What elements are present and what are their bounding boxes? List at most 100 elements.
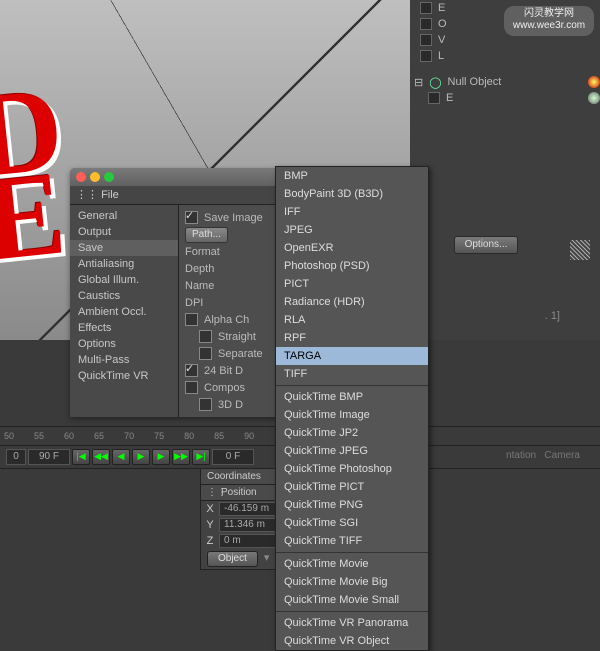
visibility-dot-icon[interactable] [588, 76, 600, 88]
settings-sidebar: General Output Save Antialiasing Global … [70, 205, 179, 417]
object-mode-button[interactable]: Object [207, 551, 258, 567]
format-option[interactable]: BMP [276, 167, 428, 185]
path-button[interactable]: Path... [185, 227, 228, 243]
expand-icon[interactable] [428, 92, 440, 104]
sidebar-item-general[interactable]: General [70, 208, 178, 224]
menu-separator [276, 552, 428, 553]
bit24-label: 24 Bit D [204, 365, 243, 377]
format-option[interactable]: Photoshop (PSD) [276, 257, 428, 275]
name-label: Name [185, 280, 214, 292]
tick: 80 [184, 431, 194, 441]
expand-icon[interactable] [420, 34, 432, 46]
format-option[interactable]: TIFF [276, 365, 428, 383]
tick: 60 [64, 431, 74, 441]
format-option[interactable]: BodyPaint 3D (B3D) [276, 185, 428, 203]
format-option[interactable]: QuickTime Image [276, 406, 428, 424]
expand-icon[interactable] [420, 18, 432, 30]
format-option[interactable]: TARGA [276, 347, 428, 365]
hierarchy-item[interactable]: O [438, 18, 447, 30]
expand-icon[interactable] [420, 2, 432, 14]
prev-frame-button[interactable]: ◀ [112, 449, 130, 465]
tick: 75 [154, 431, 164, 441]
resize-grip-icon[interactable] [570, 240, 590, 260]
hierarchy-item[interactable]: L [438, 50, 444, 62]
straight-label: Straight [218, 331, 256, 343]
start-frame[interactable]: 0 [6, 449, 26, 465]
expand-icon[interactable] [420, 50, 432, 62]
next-frame-button[interactable]: ▶ [152, 449, 170, 465]
sidebar-item-multipass[interactable]: Multi-Pass [70, 352, 178, 368]
goto-start-button[interactable]: |◀ [72, 449, 90, 465]
format-option[interactable]: QuickTime Movie Big [276, 573, 428, 591]
format-option[interactable]: QuickTime PICT [276, 478, 428, 496]
format-option[interactable]: QuickTime Movie [276, 555, 428, 573]
format-option[interactable]: QuickTime VR Object [276, 632, 428, 650]
separate-checkbox[interactable] [199, 347, 212, 360]
sidebar-item-save[interactable]: Save [70, 240, 178, 256]
status-text: . 1] [545, 310, 560, 322]
play-button[interactable]: ▶ [132, 449, 150, 465]
axis-label: Z [201, 535, 219, 547]
format-option[interactable]: JPEG [276, 221, 428, 239]
format-option[interactable]: QuickTime JP2 [276, 424, 428, 442]
format-option[interactable]: QuickTime BMP [276, 388, 428, 406]
format-option[interactable]: QuickTime PNG [276, 496, 428, 514]
format-option[interactable]: QuickTime TIFF [276, 532, 428, 550]
viewport-geometry: D E [0, 86, 75, 262]
format-option[interactable]: QuickTime Photoshop [276, 460, 428, 478]
lower-tabs[interactable]: ntation Camera [506, 450, 580, 461]
format-option[interactable]: PICT [276, 275, 428, 293]
goto-end-button[interactable]: ▶| [192, 449, 210, 465]
threeD-checkbox[interactable] [199, 398, 212, 411]
tick: 90 [244, 431, 254, 441]
threeD-label: 3D D [218, 399, 243, 411]
axis-label: X [201, 503, 219, 515]
object-manager[interactable]: 闪灵教学网 www.wee3r.com E O V L ⊟◯Null Objec… [410, 0, 600, 340]
tick: 55 [34, 431, 44, 441]
sidebar-item-effects[interactable]: Effects [70, 320, 178, 336]
options-button[interactable]: Options... [454, 236, 518, 254]
format-option[interactable]: Radiance (HDR) [276, 293, 428, 311]
compos-checkbox[interactable] [185, 381, 198, 394]
separate-label: Separate [218, 348, 263, 360]
format-option[interactable]: RPF [276, 329, 428, 347]
format-option[interactable]: RLA [276, 311, 428, 329]
sidebar-item-output[interactable]: Output [70, 224, 178, 240]
save-image-checkbox[interactable] [185, 211, 198, 224]
sidebar-item-ambient-occl[interactable]: Ambient Occl. [70, 304, 178, 320]
null-object-item[interactable]: Null Object [448, 76, 502, 88]
sidebar-item-options[interactable]: Options [70, 336, 178, 352]
step-back-button[interactable]: ◀◀ [92, 449, 110, 465]
format-option[interactable]: QuickTime VR Panorama [276, 614, 428, 632]
bit24-checkbox[interactable] [185, 364, 198, 377]
straight-checkbox[interactable] [199, 330, 212, 343]
tick: 50 [4, 431, 14, 441]
hierarchy-item[interactable]: E [438, 2, 445, 14]
step-fwd-button[interactable]: ▶▶ [172, 449, 190, 465]
start-field[interactable]: 0 F [212, 449, 254, 465]
zoom-icon[interactable] [104, 172, 114, 182]
sidebar-item-caustics[interactable]: Caustics [70, 288, 178, 304]
sidebar-item-global-illum[interactable]: Global Illum. [70, 272, 178, 288]
format-option[interactable]: IFF [276, 203, 428, 221]
save-image-label: Save Image [204, 212, 263, 224]
hierarchy-item[interactable]: E [446, 92, 453, 104]
axis-label: Y [201, 519, 219, 531]
file-tab[interactable]: ⋮⋮ File [76, 189, 119, 201]
format-option[interactable]: OpenEXR [276, 239, 428, 257]
hierarchy-item[interactable]: V [438, 34, 445, 46]
minimize-icon[interactable] [90, 172, 100, 182]
sidebar-item-quicktime-vr[interactable]: QuickTime VR [70, 368, 178, 384]
watermark: 闪灵教学网 www.wee3r.com [504, 6, 594, 36]
expand-icon[interactable]: ⊟ [414, 76, 423, 89]
sidebar-item-antialiasing[interactable]: Antialiasing [70, 256, 178, 272]
tick: 85 [214, 431, 224, 441]
end-frame-field[interactable]: 90 F [28, 449, 70, 465]
close-icon[interactable] [76, 172, 86, 182]
alpha-checkbox[interactable] [185, 313, 198, 326]
visibility-dot-icon[interactable] [588, 92, 600, 104]
menu-separator [276, 611, 428, 612]
format-option[interactable]: QuickTime SGI [276, 514, 428, 532]
format-option[interactable]: QuickTime JPEG [276, 442, 428, 460]
format-option[interactable]: QuickTime Movie Small [276, 591, 428, 609]
